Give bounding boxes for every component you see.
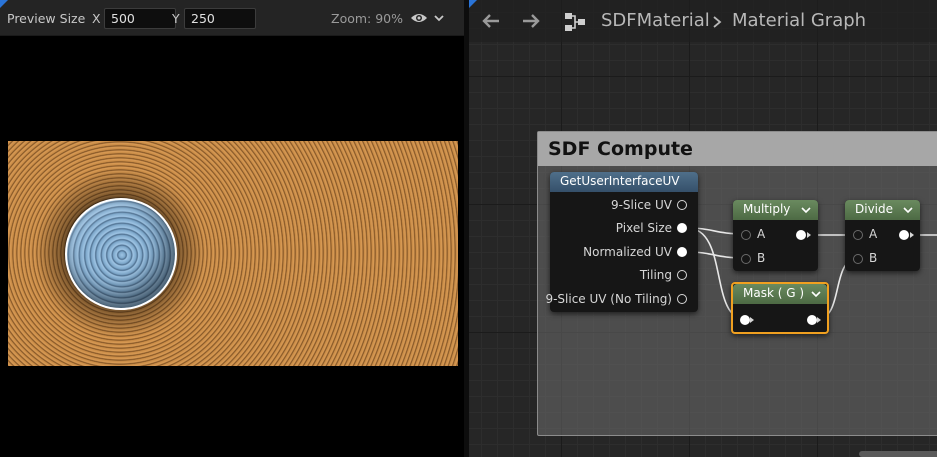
node-divide[interactable]: Divide A B	[845, 200, 920, 271]
node-multiply[interactable]: Multiply A B	[733, 200, 818, 271]
node-title: GetUserInterfaceUV	[560, 174, 680, 188]
input-pin-b[interactable]	[741, 254, 751, 264]
output-pin[interactable]	[899, 230, 909, 240]
output-arrow-icon	[807, 232, 811, 238]
chevron-down-icon[interactable]	[801, 205, 811, 215]
node-title: Multiply	[743, 202, 791, 216]
output-pin-normalized-uv[interactable]	[677, 247, 687, 257]
chevron-down-icon[interactable]	[903, 205, 913, 215]
output-pin-pixel-size[interactable]	[677, 223, 687, 233]
pin-label-9-slice-uv-no-tiling: 9-Slice UV (No Tiling)	[545, 292, 672, 306]
pin-label-pixel-size: Pixel Size	[615, 221, 672, 235]
chevron-down-icon[interactable]	[433, 12, 445, 24]
y-label: Y	[172, 11, 180, 26]
input-pin-a[interactable]	[741, 230, 751, 240]
output-pin-9-slice-uv-no-tiling[interactable]	[677, 294, 687, 304]
sdf-circle-shape	[65, 198, 177, 310]
pin-label-tiling: Tiling	[639, 268, 672, 282]
output-pin[interactable]	[807, 315, 817, 325]
pin-label-b: B	[757, 251, 766, 265]
output-pin[interactable]	[796, 230, 806, 240]
chevron-down-icon[interactable]	[811, 289, 821, 299]
output-arrow-icon	[817, 317, 821, 323]
pin-label-a: A	[757, 227, 766, 241]
x-label: X	[92, 11, 101, 26]
eye-icon[interactable]	[410, 12, 428, 24]
node-header[interactable]: Divide	[845, 200, 920, 220]
output-pin-9-slice-uv[interactable]	[677, 200, 687, 210]
node-mask-g[interactable]: Mask ( G )	[731, 282, 829, 334]
preview-panel: Preview Size X Y Zoom: 90%	[0, 0, 464, 457]
input-pin-a[interactable]	[853, 230, 863, 240]
material-graph-panel[interactable]: SDFMaterial Material Graph SDF Compute G…	[469, 0, 937, 457]
graph-scrollbar[interactable]	[859, 451, 937, 457]
node-title: Divide	[855, 202, 894, 216]
node-title: Mask ( G )	[743, 286, 805, 300]
zoom-level: Zoom: 90%	[331, 11, 404, 26]
pin-label-9-slice-uv: 9-Slice UV	[610, 198, 672, 212]
preview-width-input[interactable]	[104, 8, 176, 29]
input-arrow-icon	[750, 317, 754, 323]
output-arrow-icon	[910, 232, 914, 238]
panel-corner-marker	[0, 0, 8, 8]
node-get-user-interface-uv[interactable]: GetUserInterfaceUV 9-Slice UV Pixel Size…	[545, 172, 698, 312]
output-pin-tiling[interactable]	[677, 270, 687, 280]
node-header[interactable]: GetUserInterfaceUV	[550, 172, 698, 192]
node-header[interactable]: Mask ( G )	[733, 284, 827, 304]
preview-toolbar: Preview Size X Y Zoom: 90%	[0, 0, 464, 36]
node-header[interactable]: Multiply	[733, 200, 818, 220]
pin-label-a: A	[869, 227, 878, 241]
pin-label-normalized-uv: Normalized UV	[583, 245, 672, 259]
pin-label-b: B	[869, 251, 878, 265]
input-pin[interactable]	[740, 315, 750, 325]
preview-height-input[interactable]	[184, 8, 256, 29]
input-pin-b[interactable]	[853, 254, 863, 264]
material-preview-viewport[interactable]	[8, 141, 458, 366]
preview-size-label: Preview Size	[7, 11, 86, 26]
